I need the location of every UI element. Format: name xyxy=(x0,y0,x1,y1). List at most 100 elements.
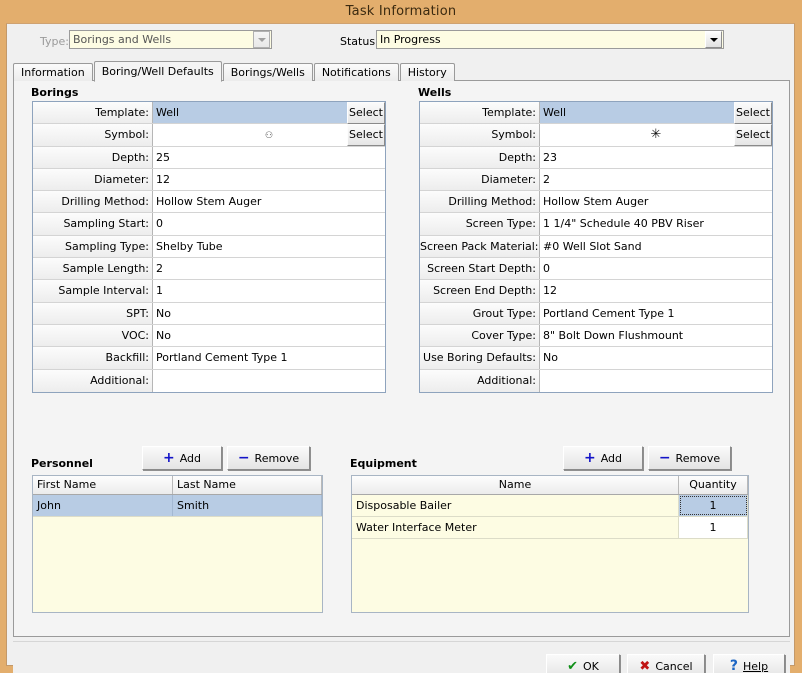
property-value[interactable]: 2 xyxy=(153,258,385,279)
property-value[interactable]: 0 xyxy=(153,213,385,234)
property-row[interactable]: Additional: xyxy=(420,370,772,392)
quantity-cell[interactable]: 1 xyxy=(679,495,748,516)
tab-borings-wells[interactable]: Borings/Wells xyxy=(223,63,313,81)
property-value[interactable]: 0 xyxy=(540,258,772,279)
property-value[interactable]: #0 Well Slot Sand xyxy=(540,236,772,257)
tab-notifications[interactable]: Notifications xyxy=(314,63,399,81)
minus-icon: − xyxy=(659,453,671,463)
tab-information[interactable]: Information xyxy=(13,63,93,81)
tab-boring-well-defaults[interactable]: Boring/Well Defaults xyxy=(94,61,222,82)
table-cell[interactable]: Disposable Bailer xyxy=(352,495,679,516)
tab-history[interactable]: History xyxy=(400,63,455,81)
property-label: Sampling Start: xyxy=(33,213,153,234)
question-mark-icon: ? xyxy=(730,661,738,672)
property-value[interactable]: No xyxy=(153,325,385,346)
borings-select-button-1[interactable]: Select xyxy=(347,124,385,146)
property-label: VOC: xyxy=(33,325,153,346)
property-row[interactable]: Diameter:12 xyxy=(33,169,385,191)
table-cell[interactable]: John xyxy=(33,495,173,516)
property-value[interactable]: Hollow Stem Auger xyxy=(540,191,772,212)
property-value[interactable]: 12 xyxy=(153,169,385,190)
borings-select-button-0[interactable]: Select xyxy=(347,102,385,124)
borings-property-grid: Template:WellSelectSymbol:⚇SelectDepth:2… xyxy=(32,101,386,393)
property-value[interactable]: 2 xyxy=(540,169,772,190)
equipment-remove-button[interactable]: − Remove xyxy=(648,446,731,470)
wells-select-button-0[interactable]: Select xyxy=(734,102,772,124)
equipment-add-button[interactable]: + Add xyxy=(563,446,643,470)
property-label: Diameter: xyxy=(33,169,153,190)
property-row[interactable]: Backfill:Portland Cement Type 1 xyxy=(33,347,385,369)
property-value[interactable]: No xyxy=(153,303,385,324)
property-row[interactable]: Template:WellSelect xyxy=(33,102,385,124)
property-value[interactable]: 8" Bolt Down Flushmount xyxy=(540,325,772,346)
chevron-down-icon xyxy=(253,31,270,48)
property-row[interactable]: Drilling Method:Hollow Stem Auger xyxy=(33,191,385,213)
property-row[interactable]: Cover Type:8" Bolt Down Flushmount xyxy=(420,325,772,347)
equipment-add-label: Add xyxy=(601,452,622,465)
ok-button[interactable]: ✔ OK xyxy=(546,654,620,673)
property-value[interactable] xyxy=(540,370,772,392)
cancel-button[interactable]: ✖ Cancel xyxy=(627,654,705,673)
property-label: Drilling Method: xyxy=(33,191,153,212)
property-value[interactable]: Shelby Tube xyxy=(153,236,385,257)
property-row[interactable]: Template:WellSelect xyxy=(420,102,772,124)
property-row[interactable]: Sample Length:2 xyxy=(33,258,385,280)
header-row: Type: Borings and Wells Status: In Progr… xyxy=(7,24,794,57)
property-row[interactable]: Use Boring Defaults:No xyxy=(420,347,772,369)
table-cell[interactable]: Water Interface Meter xyxy=(352,517,679,538)
table-row[interactable]: JohnSmith xyxy=(33,495,322,517)
property-row[interactable]: Sample Interval:1 xyxy=(33,280,385,302)
property-row[interactable]: Screen End Depth:12 xyxy=(420,280,772,302)
property-value[interactable]: 25 xyxy=(153,147,385,168)
table-cell[interactable]: Smith xyxy=(173,495,322,516)
property-value[interactable]: 23 xyxy=(540,147,772,168)
property-value[interactable]: 12 xyxy=(540,280,772,301)
property-value[interactable]: Portland Cement Type 1 xyxy=(540,303,772,324)
column-header[interactable]: Quantity xyxy=(679,476,748,494)
help-button[interactable]: ? Help xyxy=(713,654,785,673)
property-value[interactable]: No xyxy=(540,347,772,368)
property-row[interactable]: VOC:No xyxy=(33,325,385,347)
property-row[interactable]: Screen Pack Material:#0 Well Slot Sand xyxy=(420,236,772,258)
property-row[interactable]: Symbol:⚇Select xyxy=(33,124,385,146)
property-row[interactable]: Screen Start Depth:0 xyxy=(420,258,772,280)
wells-select-button-1[interactable]: Select xyxy=(734,124,772,146)
property-label: Template: xyxy=(33,102,153,123)
tab-strip: InformationBoring/Well DefaultsBorings/W… xyxy=(13,61,456,81)
property-label: Additional: xyxy=(420,370,540,392)
property-row[interactable]: Sampling Type:Shelby Tube xyxy=(33,236,385,258)
property-value[interactable]: 1 xyxy=(153,280,385,301)
personnel-table[interactable]: First NameLast NameJohnSmith xyxy=(32,475,323,613)
column-header[interactable]: Name xyxy=(352,476,679,494)
property-row[interactable]: Diameter:2 xyxy=(420,169,772,191)
property-value[interactable]: 1 1/4" Schedule 40 PBV Riser xyxy=(540,213,772,234)
property-value[interactable]: Portland Cement Type 1 xyxy=(153,347,385,368)
property-row[interactable]: SPT:No xyxy=(33,303,385,325)
property-value[interactable]: Hollow Stem Auger xyxy=(153,191,385,212)
table-row[interactable]: Water Interface Meter1 xyxy=(352,517,748,539)
status-dropdown[interactable]: In Progress xyxy=(376,30,724,49)
property-row[interactable]: Grout Type:Portland Cement Type 1 xyxy=(420,303,772,325)
property-label: Screen Pack Material: xyxy=(420,236,540,257)
property-row[interactable]: Symbol:✳Select xyxy=(420,124,772,146)
personnel-remove-button[interactable]: − Remove xyxy=(227,446,310,470)
property-row[interactable]: Depth:23 xyxy=(420,147,772,169)
equipment-table[interactable]: NameQuantityDisposable Bailer1Water Inte… xyxy=(351,475,749,613)
check-icon: ✔ xyxy=(567,661,578,672)
property-row[interactable]: Additional: xyxy=(33,370,385,392)
property-row[interactable]: Screen Type:1 1/4" Schedule 40 PBV Riser xyxy=(420,213,772,235)
property-row[interactable]: Sampling Start:0 xyxy=(33,213,385,235)
property-label: Use Boring Defaults: xyxy=(420,347,540,368)
column-header[interactable]: Last Name xyxy=(173,476,322,494)
column-header[interactable]: First Name xyxy=(33,476,173,494)
personnel-add-button[interactable]: + Add xyxy=(142,446,222,470)
quantity-cell[interactable]: 1 xyxy=(679,517,748,538)
property-label: SPT: xyxy=(33,303,153,324)
property-value[interactable] xyxy=(153,370,385,392)
property-row[interactable]: Depth:25 xyxy=(33,147,385,169)
property-row[interactable]: Drilling Method:Hollow Stem Auger xyxy=(420,191,772,213)
table-row[interactable]: Disposable Bailer1 xyxy=(352,495,748,517)
property-label: Backfill: xyxy=(33,347,153,368)
type-dropdown-value: Borings and Wells xyxy=(70,31,253,48)
type-dropdown[interactable]: Borings and Wells xyxy=(69,30,272,49)
